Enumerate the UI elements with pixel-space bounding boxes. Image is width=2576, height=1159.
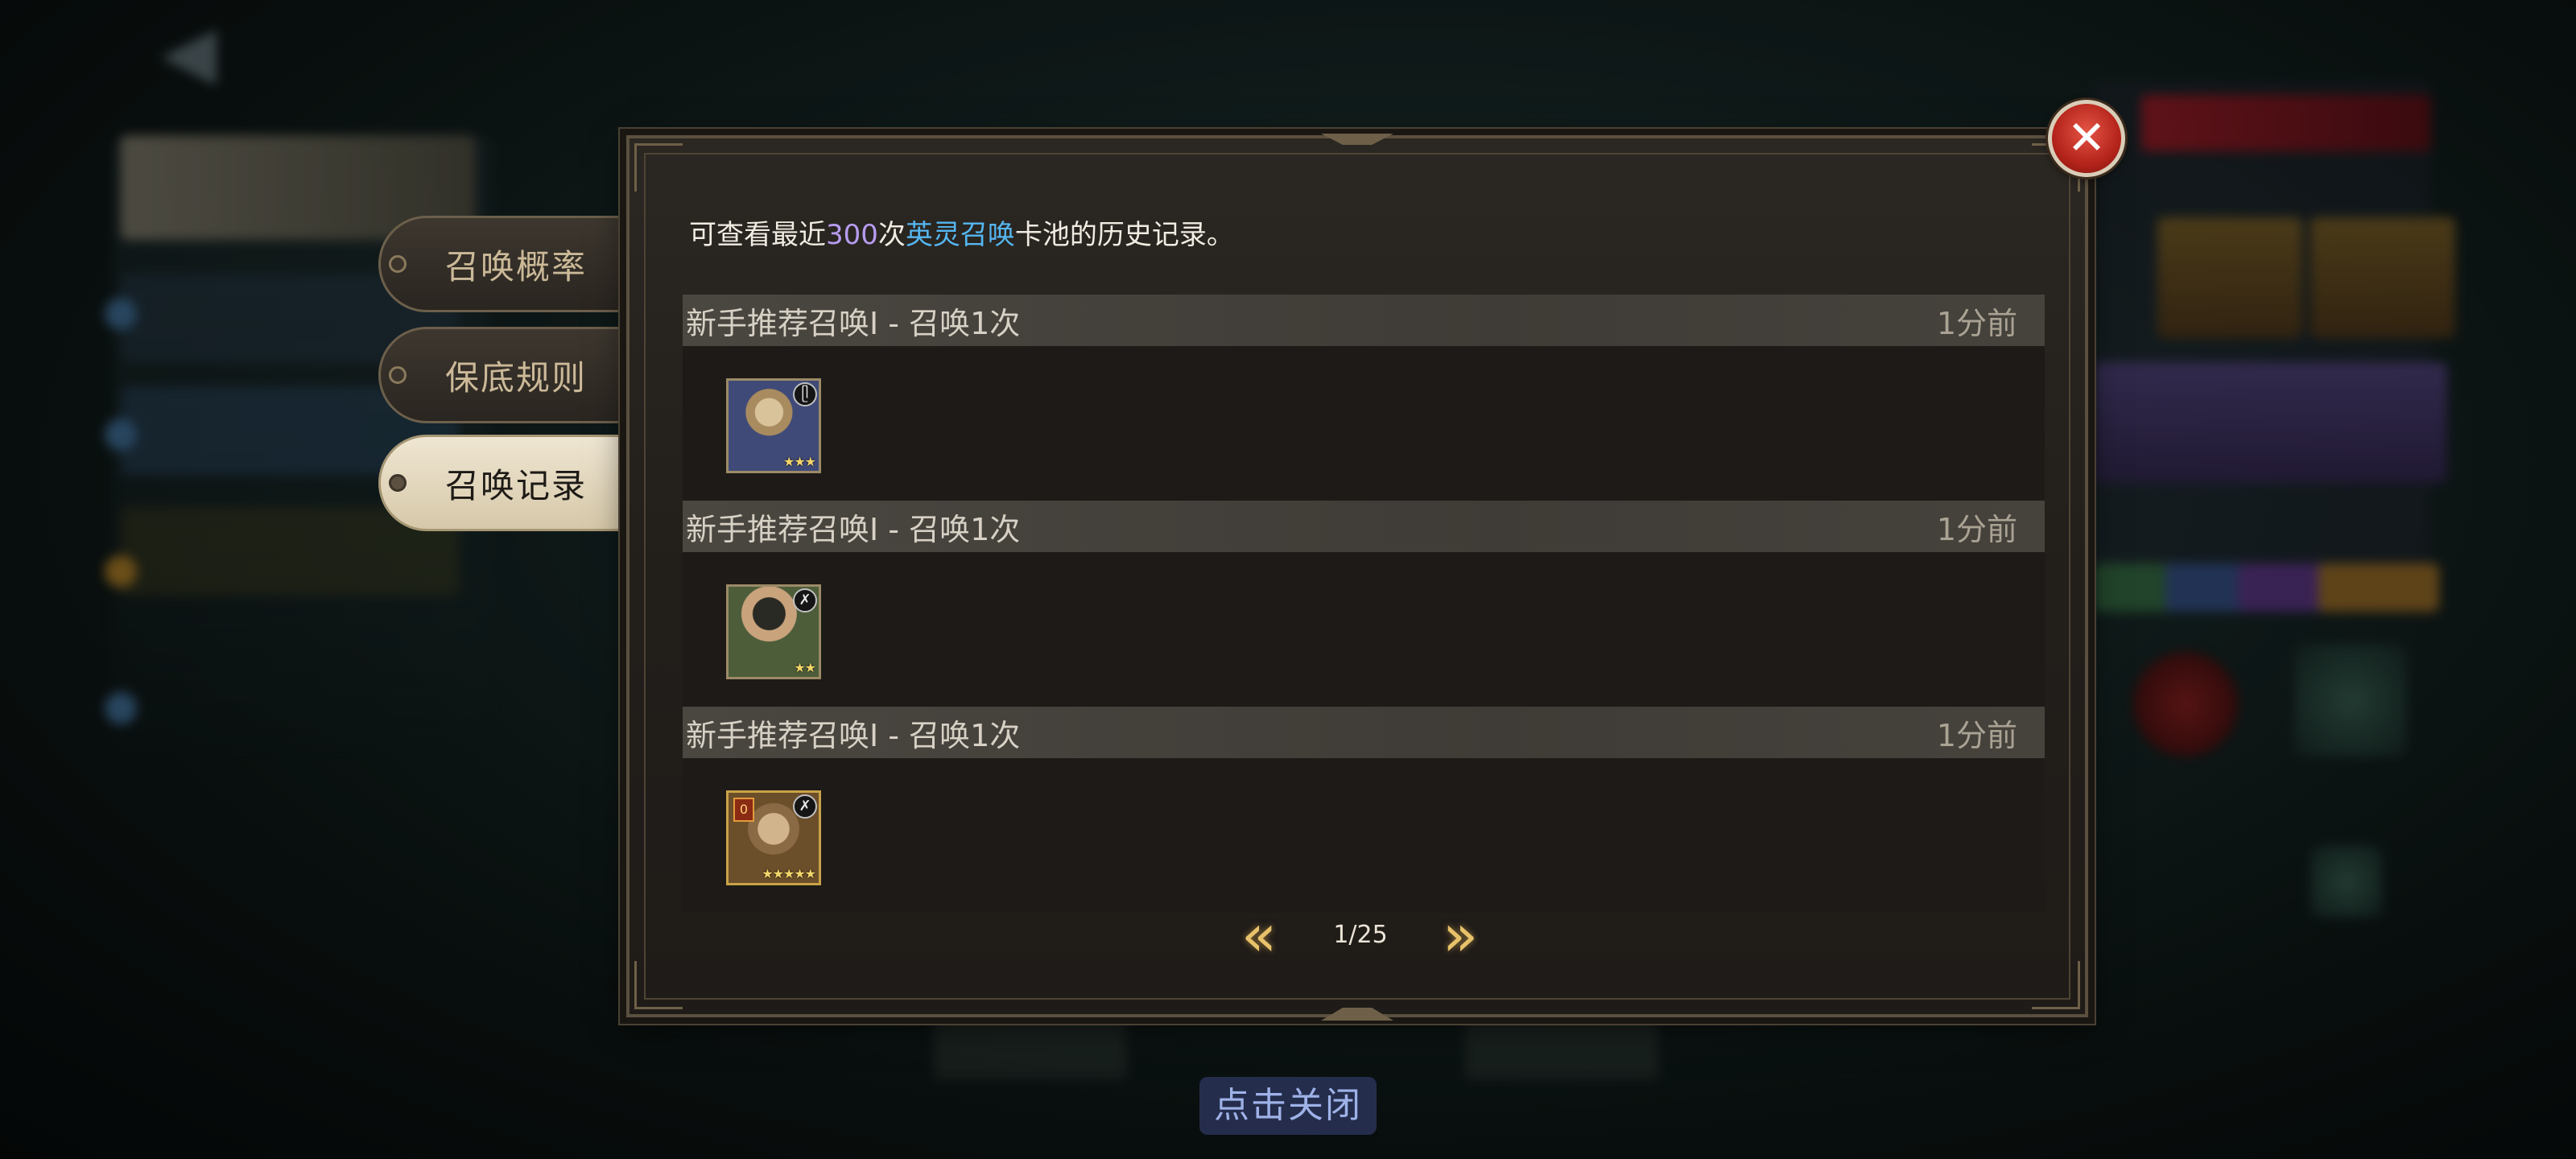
- record-body: ᥫ ★★★: [683, 346, 2045, 501]
- tab-knob: [389, 366, 407, 384]
- frame-corner: [2032, 961, 2080, 1009]
- frame-ornament: [1321, 134, 1393, 145]
- desc-text: 可查看最近: [689, 219, 826, 251]
- record-time: 1分前: [1936, 511, 2017, 547]
- double-chevron-left-icon[interactable]: «: [1227, 906, 1291, 966]
- tab-label: 召唤记录: [445, 465, 588, 505]
- crossbow-icon: ✗: [793, 794, 817, 819]
- hero-portrait[interactable]: 0 ✗ ★★★★★: [726, 790, 821, 885]
- hands-icon: ᥫ: [793, 382, 817, 406]
- frame-corner: [634, 961, 683, 1009]
- tab-summon-records[interactable]: 召唤记录: [378, 435, 660, 531]
- record-header: 新手推荐召唤I - 召唤1次 1分前: [683, 707, 2045, 758]
- tab-knob: [389, 474, 407, 492]
- record-item: 新手推荐召唤I - 召唤1次 1分前 0 ✗ ★★★★★: [683, 707, 2045, 913]
- desc-pool-name: 英灵召唤: [905, 219, 1015, 251]
- record-body: 0 ✗ ★★★★★: [683, 758, 2045, 913]
- record-time: 1分前: [1936, 305, 2017, 341]
- rank-badge: 0: [733, 798, 754, 822]
- hero-stars: ★★: [794, 660, 816, 675]
- page-indicator: 1/25: [1333, 921, 1388, 949]
- desc-text: 卡池的历史记录。: [1014, 219, 1234, 251]
- close-icon[interactable]: ✕: [2048, 100, 2125, 177]
- record-title: 新手推荐召唤I - 召唤1次: [686, 305, 1021, 341]
- hero-stars: ★★★: [782, 454, 816, 469]
- summon-records-dialog: 可查看最近300次英灵召唤卡池的历史记录。 新手推荐召唤I - 召唤1次 1分前…: [626, 134, 2088, 1021]
- frame-ornament: [1321, 1008, 1393, 1021]
- record-item: 新手推荐召唤I - 召唤1次 1分前 ᥫ ★★★: [683, 295, 2045, 501]
- record-header: 新手推荐召唤I - 召唤1次 1分前: [683, 501, 2045, 552]
- double-chevron-right-icon[interactable]: »: [1428, 906, 1492, 966]
- record-item: 新手推荐召唤I - 召唤1次 1分前 ✗ ★★: [683, 501, 2045, 707]
- tap-to-close-button[interactable]: 点击关闭: [1199, 1077, 1377, 1135]
- desc-text: 次: [877, 219, 906, 251]
- tab-label: 召唤概率: [445, 246, 588, 287]
- tab-summon-probability[interactable]: 召唤概率: [378, 216, 660, 312]
- hero-portrait[interactable]: ✗ ★★: [726, 584, 821, 679]
- records-description: 可查看最近300次英灵召唤卡池的历史记录。: [689, 212, 1234, 252]
- record-body: ✗ ★★: [683, 552, 2045, 707]
- tab-pity-rules[interactable]: 保底规则: [378, 327, 660, 423]
- record-time: 1分前: [1936, 717, 2017, 753]
- crossbow-icon: ✗: [793, 588, 817, 612]
- hero-stars: ★★★★★: [762, 866, 816, 881]
- hero-portrait[interactable]: ᥫ ★★★: [726, 378, 821, 473]
- tab-label: 保底规则: [445, 357, 588, 398]
- record-title: 新手推荐召唤I - 召唤1次: [686, 511, 1021, 547]
- frame-corner: [634, 143, 683, 192]
- record-title: 新手推荐召唤I - 召唤1次: [686, 717, 1021, 753]
- desc-count: 300: [826, 219, 878, 251]
- records-list[interactable]: 新手推荐召唤I - 召唤1次 1分前 ᥫ ★★★ 新手推荐召唤I - 召唤1次 …: [683, 295, 2045, 913]
- tab-knob: [389, 255, 407, 273]
- record-header: 新手推荐召唤I - 召唤1次 1分前: [683, 295, 2045, 346]
